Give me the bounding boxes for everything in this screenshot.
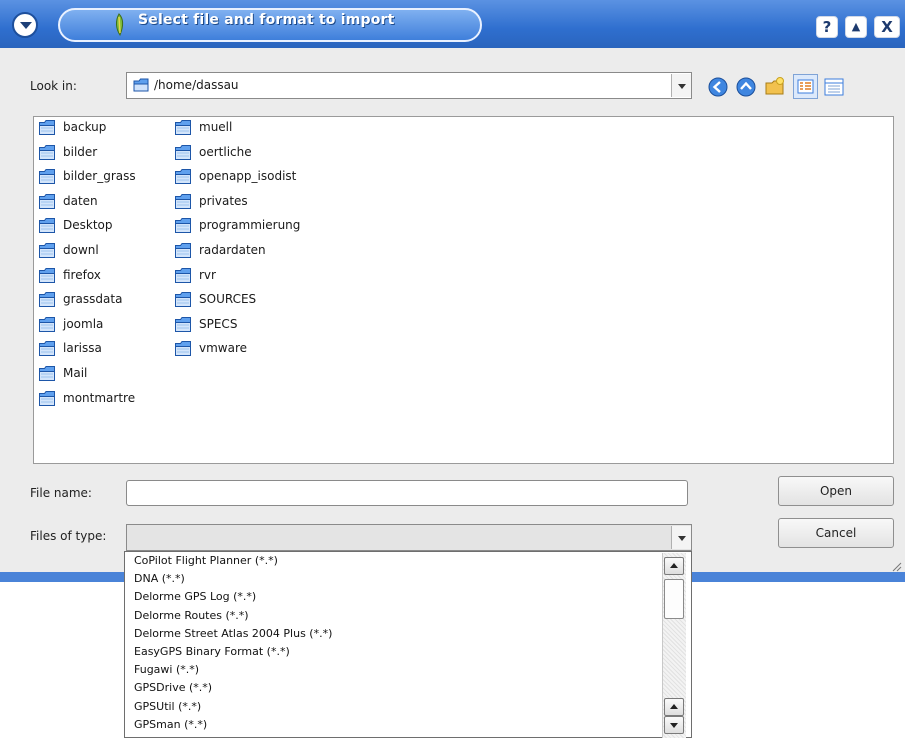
list-view-icon[interactable] [793, 74, 818, 99]
scroll-up-button[interactable] [664, 698, 684, 716]
folder-icon [39, 390, 55, 406]
filetype-option[interactable]: Delorme GPS Log (*.*) [134, 590, 256, 603]
filetype-option[interactable]: GPSUtil (*.*) [134, 700, 201, 713]
folder-name: grassdata [63, 292, 123, 307]
folder-icon [175, 292, 191, 308]
file-list[interactable]: backup bilder bilder_grassdaten Desktop down… [33, 116, 894, 464]
folder-icon [39, 193, 55, 209]
folder-icon [175, 218, 191, 234]
window-title: Select file and format to import [138, 12, 395, 28]
scroll-down-button[interactable] [664, 716, 684, 734]
folder-name: joomla [63, 316, 104, 331]
folder-name: bilder_grass [63, 169, 136, 184]
folder-icon [39, 316, 55, 332]
folder-name: oertliche [199, 144, 252, 159]
folder-icon [175, 316, 191, 332]
folder-icon [39, 267, 55, 283]
folder-name: daten [63, 193, 98, 208]
qgis-app-icon [116, 13, 123, 37]
filetype-option[interactable]: EasyGPS Binary Format (*.*) [134, 645, 290, 658]
folder-icon [133, 78, 149, 92]
folder-icon [39, 341, 55, 357]
resize-grip-icon[interactable] [890, 560, 902, 572]
close-icon[interactable]: X [874, 16, 900, 38]
cancel-button[interactable]: Cancel [778, 518, 894, 548]
folder-icon [39, 120, 55, 135]
folder-icon [175, 341, 191, 357]
folder-icon [175, 267, 191, 283]
folder-name: muell [199, 120, 233, 134]
filetype-label: Files of type: [30, 529, 107, 543]
filetype-option[interactable]: DNA (*.*) [134, 572, 185, 585]
folder-icon [39, 169, 55, 185]
filetype-option[interactable]: Delorme Street Atlas 2004 Plus (*.*) [134, 627, 332, 640]
title-bar[interactable]: Select file and format to import ? ▲ X [0, 0, 905, 48]
back-icon[interactable] [707, 76, 729, 98]
folder-name: vmware [199, 341, 248, 356]
folder-icon [39, 366, 55, 381]
folder-name: Mail [63, 366, 88, 380]
open-button[interactable]: Open [778, 476, 894, 506]
filetype-option[interactable]: GPSman (*.*) [134, 718, 207, 731]
chevron-down-icon[interactable] [671, 74, 691, 97]
lookin-path: /home/dassau [154, 78, 239, 92]
up-icon[interactable] [735, 76, 757, 98]
filetype-dropdown-list[interactable]: CoPilot Flight Planner (*.*) DNA (*.*) Del… [124, 551, 692, 738]
folder-name: backup [63, 120, 107, 134]
folder-icon [175, 169, 191, 185]
folder-icon [39, 243, 55, 258]
folder-name: privates [199, 193, 248, 208]
filetype-option[interactable]: Fugawi (*.*) [134, 663, 199, 676]
folder-icon [39, 144, 55, 160]
filename-input[interactable] [126, 480, 688, 506]
folder-icon [39, 218, 55, 234]
folder-name: radardaten [199, 243, 266, 257]
folder-name: rvr [199, 267, 216, 282]
shade-icon[interactable]: ▲ [845, 16, 867, 38]
folder-name: SPECS [199, 316, 238, 331]
filename-label: File name: [30, 486, 92, 500]
folder-name: programmierung [199, 218, 301, 233]
detail-view-icon[interactable] [823, 76, 845, 98]
scroll-up-button[interactable] [664, 557, 684, 575]
folder-name: downl [63, 243, 99, 257]
folder-name: SOURCES [199, 292, 257, 307]
lookin-label: Look in: [30, 79, 77, 93]
chevron-down-icon[interactable] [671, 526, 691, 549]
filetype-option[interactable]: CoPilot Flight Planner (*.*) [134, 554, 278, 567]
new-folder-icon[interactable] [764, 76, 786, 98]
filetype-option[interactable]: Delorme Routes (*.*) [134, 609, 249, 622]
filetype-combo[interactable] [126, 524, 692, 551]
folder-icon [175, 120, 191, 135]
folder-name: Desktop [63, 218, 113, 233]
folder-name: firefox [63, 267, 101, 282]
folder-name: montmartre [63, 390, 136, 405]
folder-icon [175, 243, 191, 258]
lookin-combo[interactable]: /home/dassau [126, 72, 692, 99]
folder-name: larissa [63, 341, 102, 356]
folder-icon [175, 144, 191, 160]
folder-icon [39, 292, 55, 308]
filetype-option[interactable]: GPSDrive (*.*) [134, 681, 212, 694]
scroll-thumb[interactable] [664, 579, 684, 619]
folder-icon [175, 193, 191, 209]
import-dialog: Select file and format to import ? ▲ X L… [0, 0, 905, 582]
window-menu-icon[interactable] [12, 12, 38, 38]
folder-name: openapp_isodist [199, 169, 297, 184]
help-icon[interactable]: ? [816, 16, 838, 38]
folder-name: bilder [63, 144, 98, 159]
